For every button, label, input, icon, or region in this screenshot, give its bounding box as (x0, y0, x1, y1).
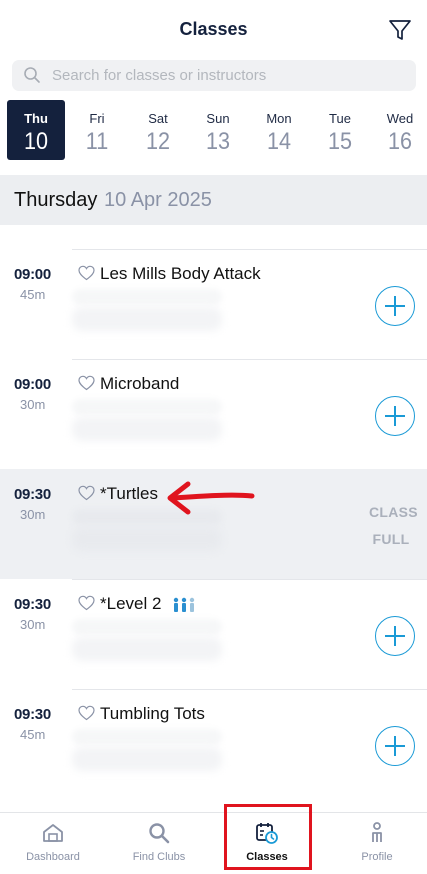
day-sat[interactable]: Sat 12 (129, 100, 187, 160)
class-duration: 30m (20, 617, 46, 632)
day-number: 13 (205, 128, 231, 155)
nav-profile[interactable]: Profile (324, 813, 427, 874)
day-number: 15 (327, 128, 353, 155)
redacted-location (72, 637, 222, 661)
date-section-header: Thursday 10 Apr 2025 (0, 175, 427, 225)
day-number: 10 (23, 128, 49, 155)
class-row[interactable]: 09:00 45m Les Mills Body Attack (0, 249, 427, 359)
class-duration: 45m (20, 727, 46, 742)
redacted-instructor (72, 619, 222, 635)
search-bar (12, 60, 416, 91)
class-name: *Turtles (100, 484, 158, 503)
heart-icon[interactable] (78, 705, 95, 721)
class-time: 09:00 (14, 376, 51, 393)
class-full-label: CLASS FULL (369, 499, 418, 553)
class-row[interactable]: 09:30 45m Tumbling Tots (0, 689, 427, 799)
class-row[interactable]: 09:00 30m Microband (0, 359, 427, 469)
add-class-button[interactable] (375, 396, 415, 436)
day-mon[interactable]: Mon 14 (250, 100, 308, 160)
annotation-highlight-box (224, 804, 312, 870)
nav-label: Profile (361, 851, 393, 863)
add-class-button[interactable] (375, 616, 415, 656)
search-icon (149, 823, 170, 844)
day-number: 11 (85, 128, 109, 155)
class-time: 09:30 (14, 596, 51, 613)
class-full-line2: FULL (372, 531, 410, 547)
day-wed[interactable]: Wed 16 (371, 100, 427, 160)
day-name: Wed (386, 111, 414, 126)
page-title: Classes (179, 19, 248, 39)
class-name-wrap: *Level 2 (100, 594, 198, 614)
divider (72, 579, 427, 580)
day-name: Tue (329, 111, 351, 126)
day-name: Mon (266, 111, 292, 126)
redacted-location (72, 307, 222, 331)
funnel-icon[interactable] (387, 17, 413, 43)
heart-icon[interactable] (78, 265, 95, 281)
nav-find-clubs[interactable]: Find Clubs (106, 813, 212, 874)
heart-icon[interactable] (78, 485, 95, 501)
divider (72, 249, 427, 250)
class-name: Les Mills Body Attack (100, 264, 261, 283)
nav-label: Find Clubs (132, 851, 186, 863)
section-date: 10 Apr 2025 (104, 189, 212, 211)
divider (72, 689, 427, 690)
redacted-location (72, 747, 222, 771)
day-sun[interactable]: Sun 13 (189, 100, 247, 160)
day-fri[interactable]: Fri 11 (68, 100, 126, 160)
day-number: 12 (145, 128, 171, 155)
redacted-instructor (72, 399, 222, 415)
class-name: *Level 2 (100, 594, 162, 613)
bottom-nav: Dashboard Find Clubs Classes Profile (0, 812, 427, 874)
heart-icon[interactable] (78, 595, 95, 611)
people-icon (173, 597, 195, 612)
day-number: 16 (387, 128, 413, 155)
day-tue[interactable]: Tue 15 (311, 100, 369, 160)
day-name: Fri (89, 111, 105, 126)
day-name: Sat (148, 111, 168, 126)
class-duration: 30m (20, 507, 46, 522)
class-duration: 30m (20, 397, 46, 412)
class-time: 09:30 (14, 486, 51, 503)
date-strip: Thu 10 Fri 11 Sat 12 Sun 13 Mon 14 Tue 1… (0, 100, 427, 162)
section-weekday: Thursday (14, 189, 98, 211)
class-row[interactable]: 09:30 30m *Level 2 (0, 579, 427, 689)
redacted-instructor (72, 289, 222, 305)
day-name: Sun (206, 111, 230, 126)
nav-dashboard[interactable]: Dashboard (0, 813, 106, 874)
add-class-button[interactable] (375, 726, 415, 766)
search-input[interactable] (52, 60, 407, 91)
header: Classes (0, 0, 427, 56)
person-icon (372, 822, 382, 842)
home-icon (43, 824, 63, 842)
redacted-location (72, 417, 222, 441)
class-full-line1: CLASS (369, 504, 418, 520)
redacted-location (72, 527, 222, 551)
divider (72, 359, 427, 360)
day-name: Thu (24, 111, 48, 126)
annotation-arrow-icon (167, 481, 255, 515)
redacted-instructor (72, 729, 222, 745)
class-name: Microband (100, 374, 180, 393)
class-name: Tumbling Tots (100, 704, 205, 723)
nav-label: Dashboard (26, 851, 80, 863)
day-thu[interactable]: Thu 10 (7, 100, 65, 160)
day-number: 14 (266, 128, 292, 155)
class-time: 09:00 (14, 266, 51, 283)
class-duration: 45m (20, 287, 46, 302)
search-icon (24, 67, 40, 83)
heart-icon[interactable] (78, 375, 95, 391)
class-time: 09:30 (14, 706, 51, 723)
add-class-button[interactable] (375, 286, 415, 326)
